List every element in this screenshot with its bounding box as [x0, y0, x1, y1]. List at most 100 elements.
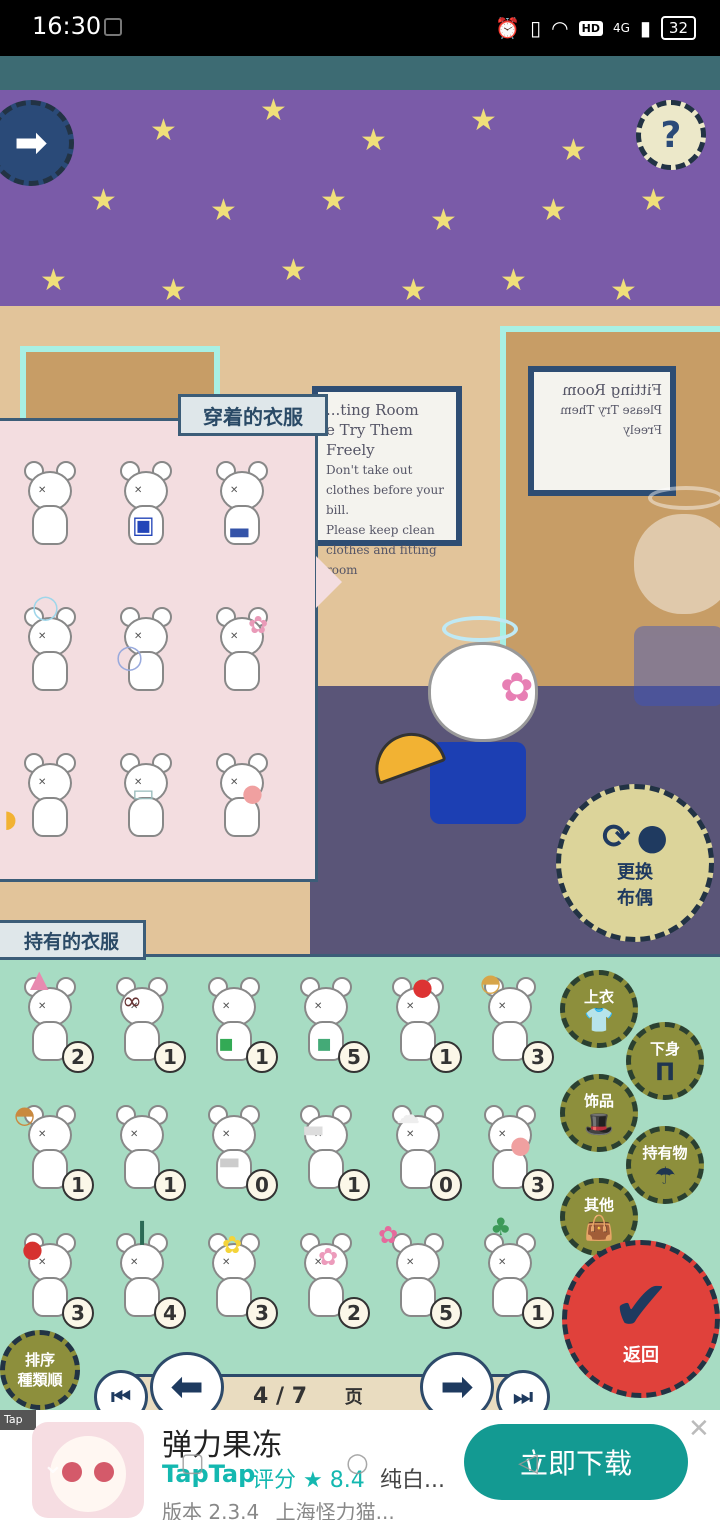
help-button[interactable]: ?: [636, 100, 706, 170]
panel-pointer: [316, 556, 342, 608]
straw-hat-icon: ◓: [480, 969, 501, 997]
item-count-badge: 0: [430, 1169, 462, 1201]
download-button[interactable]: 立即下载: [464, 1424, 688, 1500]
paper-fan-icon: ◗: [4, 805, 17, 833]
scarf-icon: ▬: [218, 1147, 241, 1175]
bunting: [0, 56, 720, 90]
bear-item[interactable]: ✕ ▭: [116, 751, 176, 847]
skip-back-icon: ⏮: [111, 1384, 131, 1410]
bear-item[interactable]: ✕ ▬: [212, 459, 272, 555]
bear-item[interactable]: ✕ ✿: [212, 605, 272, 701]
nav-back-icon[interactable]: ◁: [518, 1448, 538, 1478]
page-total: 7: [291, 1384, 308, 1409]
sort-button[interactable]: 排序 種類順: [0, 1330, 80, 1410]
status-time: 16:30: [32, 12, 102, 40]
question-mark-icon: ?: [660, 114, 682, 156]
item-count-badge: 1: [430, 1041, 462, 1073]
flower-hairpin-icon: ✿: [248, 611, 269, 639]
bag-icon: 👜: [584, 1213, 614, 1242]
fitting-sign-right: Fitting Room Please Try Them Freely: [528, 366, 676, 496]
publisher-text: 上海怪力猫...: [275, 1500, 395, 1520]
signal-icon: ▮: [639, 16, 651, 40]
bear-item[interactable]: ✕ ◯: [116, 605, 176, 701]
return-label: 返回: [623, 1345, 659, 1366]
item-count-badge: 2: [338, 1297, 370, 1329]
hat-bow-icon: 🎩: [584, 1109, 614, 1138]
item-count-badge: 4: [154, 1297, 186, 1329]
category-accessories-button[interactable]: 饰品 🎩: [560, 1074, 638, 1152]
category-tops-label: 上衣: [583, 987, 614, 1006]
bear-item[interactable]: ✕ ●: [212, 751, 272, 847]
blush-icon: ●: [242, 779, 263, 807]
item-count-badge: 1: [154, 1041, 186, 1073]
wifi-icon: ◠: [551, 16, 569, 40]
star-icon: ★: [303, 1468, 323, 1493]
item-count-badge: 1: [62, 1169, 94, 1201]
blue-check-outfit-icon: ▣: [132, 511, 155, 539]
worn-clothes-panel: ✕ ✕ ▣ ✕ ▬ ✕ ◯ ✕ ◯ ✕ ✿ ✕ ◗ ✕ ▭ ✕ ●: [0, 418, 318, 882]
headband-icon: ▬: [302, 1115, 325, 1143]
big-pink-flowers-icon: ✿: [378, 1221, 399, 1249]
item-count-badge: 0: [246, 1169, 278, 1201]
nav-recent-icon[interactable]: ▢: [180, 1448, 205, 1478]
woven-basket-hat-icon: ◓: [14, 1101, 35, 1129]
nav-down-icon[interactable]: ⌄: [42, 1450, 64, 1480]
item-count-badge: 3: [62, 1297, 94, 1329]
category-held-items-button[interactable]: 持有物 ☂: [626, 1126, 704, 1204]
notification-icon: [104, 18, 122, 36]
category-bottoms-label: 下身: [649, 1039, 680, 1058]
bear-item[interactable]: ✕ ▣: [116, 459, 176, 555]
category-tops-button[interactable]: 上衣 👕: [560, 970, 638, 1048]
item-count-badge: 1: [246, 1041, 278, 1073]
rating-label: 评分: [252, 1468, 297, 1493]
bear-item[interactable]: ✕ ◯: [20, 595, 80, 701]
game-scene: ★ ★ ★ ★ ★ ★ ★ ★ ★ ★ ★ ★ ★ ★ ★ ★ ★ ...ting Room e …: [0, 56, 720, 1410]
arrow-right-icon: ➡: [440, 1364, 474, 1410]
skirt-outfit-icon: ▬: [228, 517, 251, 545]
page-label: 页: [344, 1387, 363, 1408]
halo: [442, 616, 518, 642]
glasses-nose-icon: ∞: [122, 987, 142, 1015]
blue-glow-icon: ◯: [116, 643, 143, 671]
close-icon[interactable]: ✕: [688, 1414, 710, 1444]
bear-item[interactable]: ✕: [20, 459, 80, 555]
category-bottoms-button[interactable]: 下身 Π: [626, 1022, 704, 1100]
bamboo-icon: ♣: [490, 1213, 512, 1241]
version-text: 版本 2.3.4: [162, 1500, 260, 1520]
alarm-icon: ⏰: [495, 16, 521, 40]
bear-item[interactable]: ✕ ◗: [4, 751, 80, 847]
hd-badge: HD: [578, 20, 603, 36]
change-doll-button[interactable]: ⟳ ● 更换 布偶: [556, 784, 714, 942]
category-accessories-label: 饰品: [583, 1091, 614, 1110]
nav-home-icon[interactable]: ○: [346, 1448, 369, 1478]
arrow-left-icon: ⬅: [170, 1364, 204, 1410]
worn-clothes-title: 穿着的衣服: [178, 394, 328, 436]
category-other-label: 其他: [583, 1195, 614, 1214]
skip-forward-icon: ⏭: [513, 1384, 533, 1410]
item-count-badge: 1: [154, 1169, 186, 1201]
red-flower-clip-icon: ●: [412, 973, 433, 1001]
item-count-badge: 5: [430, 1297, 462, 1329]
ad-tag: Tap: [0, 1410, 36, 1430]
umbrella-icon: ☂: [654, 1161, 676, 1190]
vibrate-icon: ▯: [530, 16, 542, 40]
item-count-badge: 1: [338, 1169, 370, 1201]
taptap-brand: TapTap: [162, 1460, 256, 1488]
yellow-flower-icon: ✿: [222, 1231, 243, 1259]
page-indicator: 4 / 7 页: [253, 1384, 363, 1409]
item-count-badge: 5: [338, 1041, 370, 1073]
feather-icon: ❙: [132, 1217, 153, 1245]
page-current: 4: [253, 1384, 269, 1409]
ad-banner[interactable]: Tap 弹力果冻 TapTap 评分 ★ 8.4 纯白... 版本 2.3.4 …: [0, 1410, 720, 1520]
shirt-icon: 👕: [584, 1005, 614, 1034]
checkmark-icon: ✔: [611, 1265, 671, 1347]
status-icons: ⏰ ▯ ◠ HD 4G ▮ 32: [495, 14, 696, 42]
change-doll-label-1: 更换: [617, 861, 653, 883]
white-wig-icon: ☁: [396, 1101, 420, 1129]
bear-head-icon: ●: [636, 816, 668, 858]
refresh-icon: ⟳: [602, 817, 631, 857]
item-count-badge: 3: [522, 1041, 554, 1073]
network-label: 4G: [612, 21, 630, 35]
return-button[interactable]: ✔ 返回: [562, 1240, 720, 1398]
owned-clothes-title: 持有的衣服: [0, 920, 146, 960]
